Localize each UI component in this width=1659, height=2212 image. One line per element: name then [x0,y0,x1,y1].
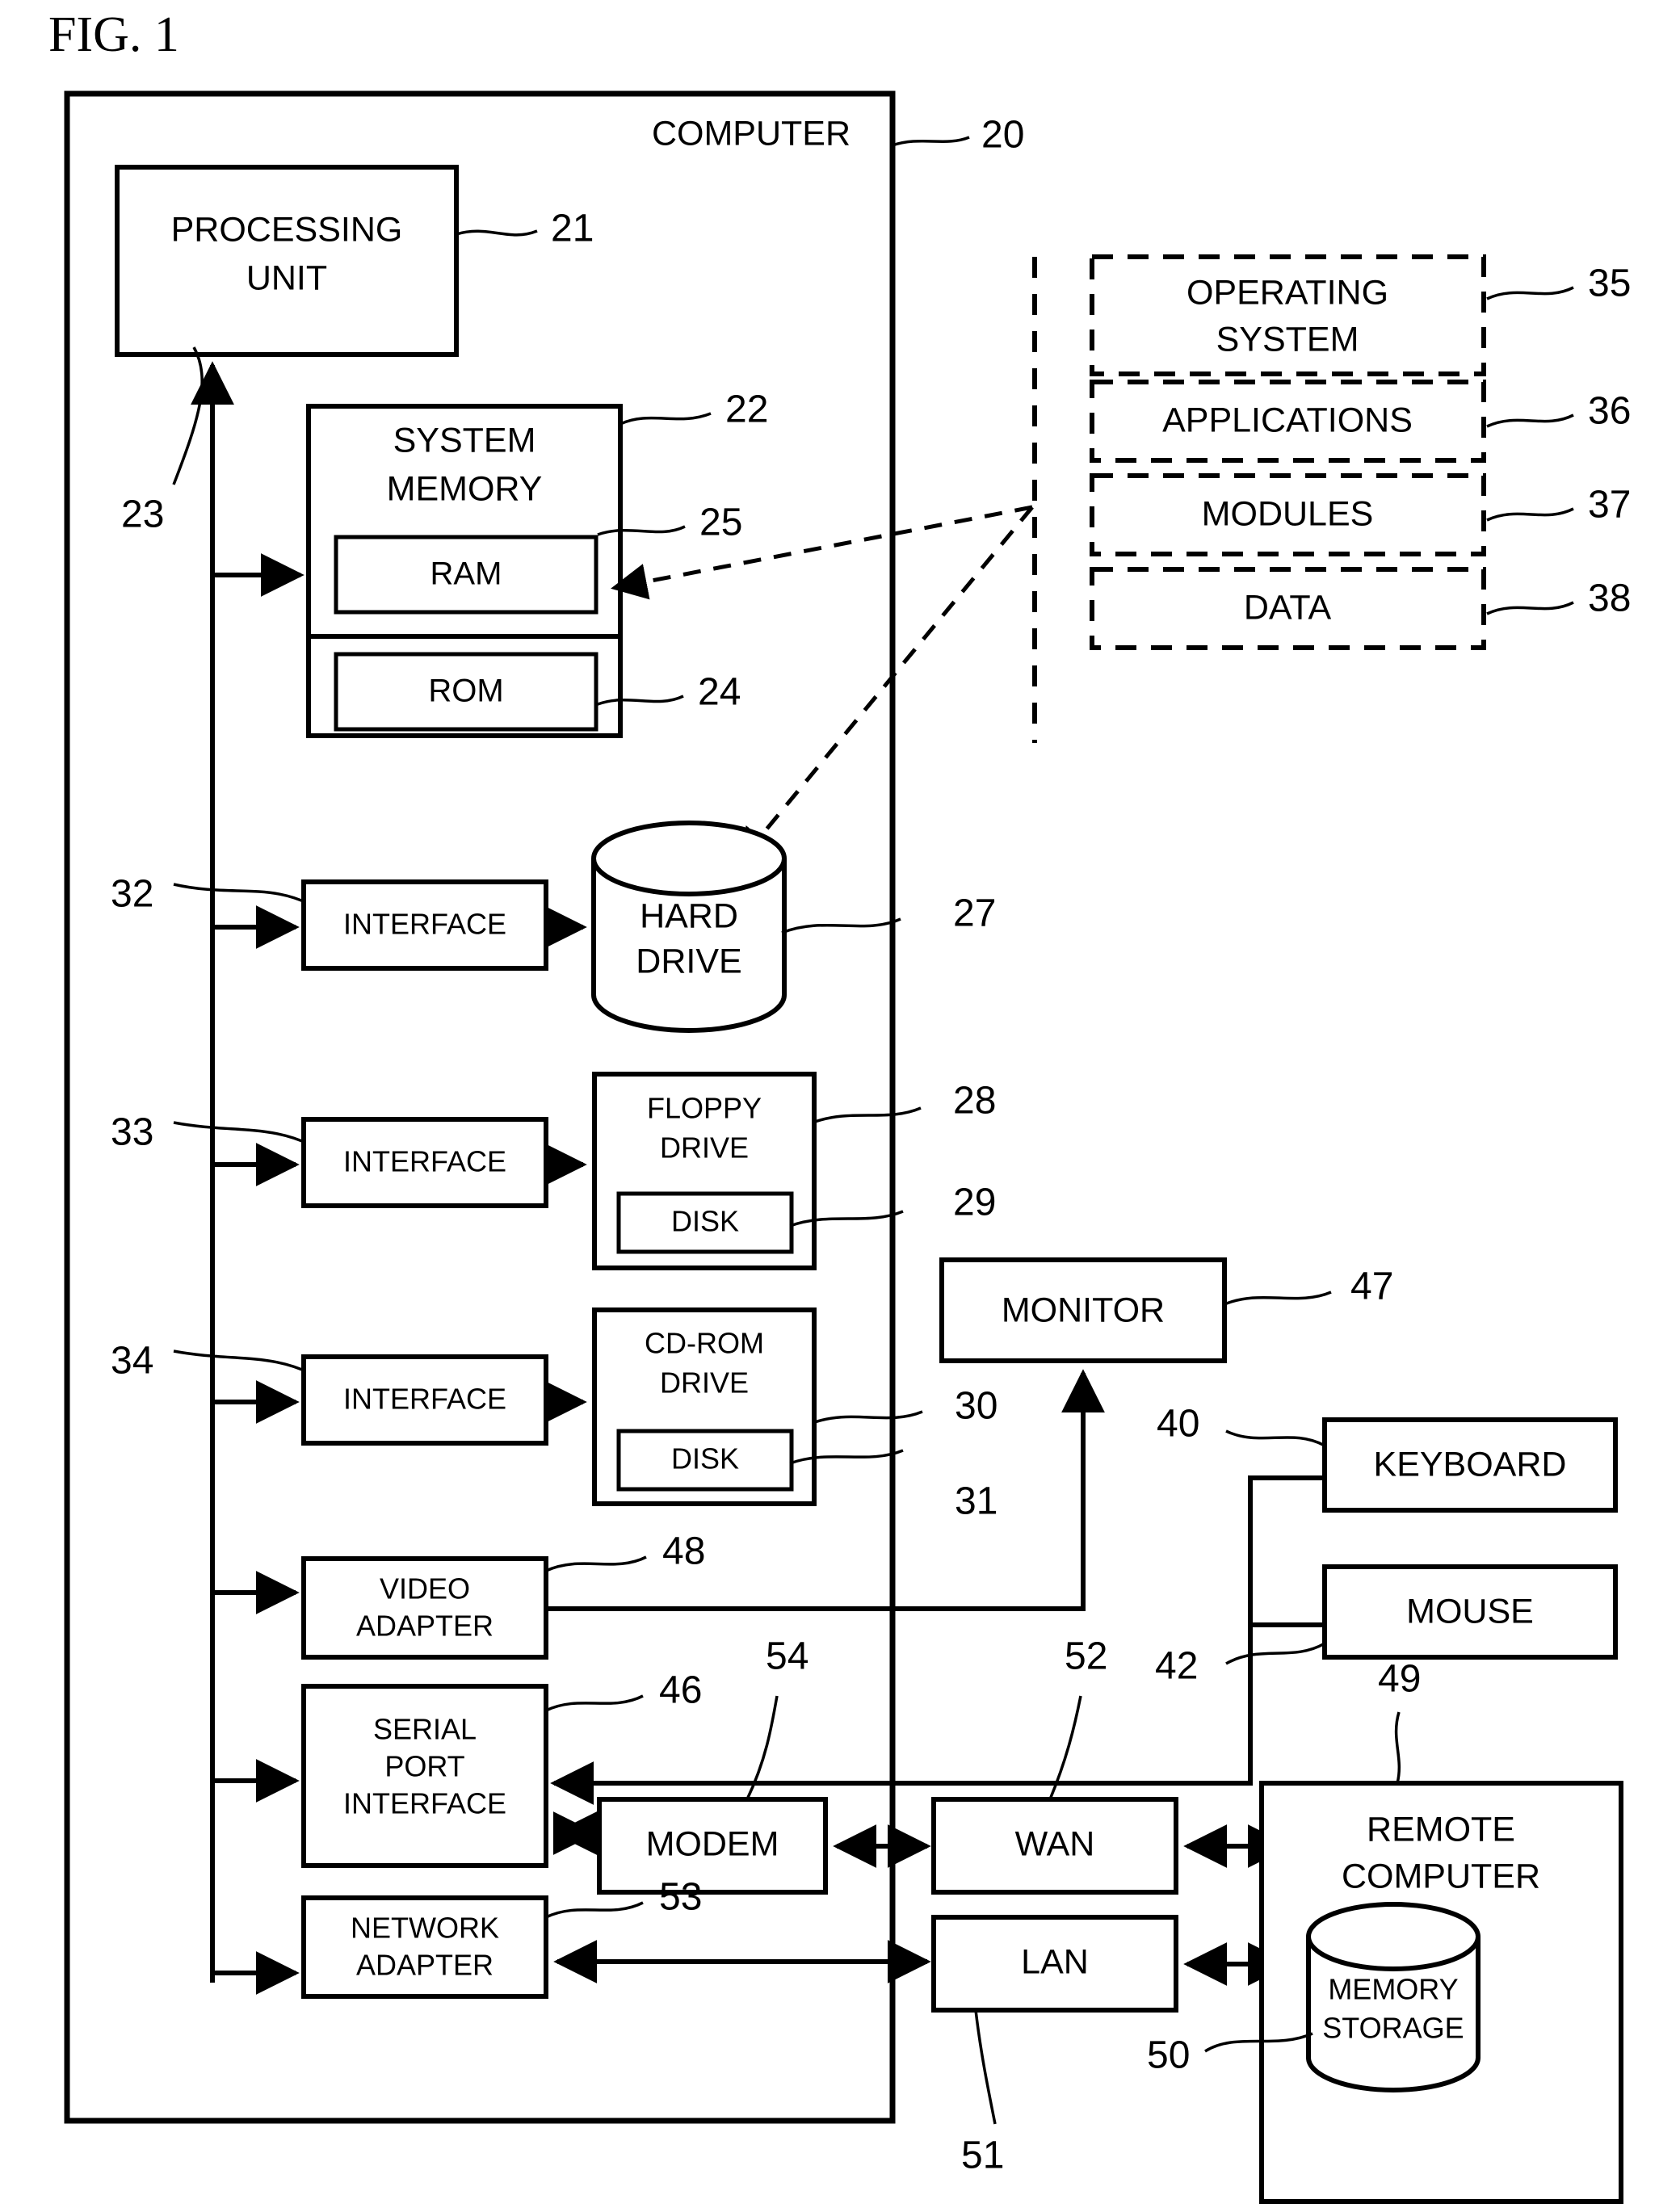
ref-33: 33 [111,1111,153,1154]
serial-port-label-line1: SERIAL [373,1713,477,1746]
serial-port-label-line2: PORT [384,1750,464,1783]
ram-label: RAM [430,556,502,592]
leader-42 [1225,1642,1325,1665]
leader-38 [1486,601,1574,615]
dashed-leader-to-ram [611,505,1033,600]
leader-32 [173,883,322,913]
leader-46 [545,1694,644,1712]
patent-figure-canvas: FIG. 1 COMPUTER 20 PROCESSING UNIT 21 23… [48,7,1631,2204]
modules-label: MODULES [1202,494,1374,533]
leader-40 [1225,1429,1325,1447]
leader-49 [1394,1711,1401,1784]
leader-20 [892,136,970,147]
ref-54: 54 [766,1635,808,1678]
ref-38: 38 [1588,577,1631,620]
operating-system-label-line2: SYSTEM [1216,320,1359,359]
ref-34: 34 [111,1340,153,1383]
ref-28: 28 [953,1080,996,1123]
ref-21: 21 [551,208,594,250]
ref-25: 25 [699,502,742,544]
hard-drive-label-line1: HARD [640,896,738,935]
ref-32: 32 [111,873,153,916]
ref-24: 24 [698,671,741,714]
leader-33 [173,1121,322,1152]
ref-51: 51 [961,2134,1004,2177]
hard-drive-cylinder-top [591,821,787,896]
video-adapter-label-line2: ADAPTER [356,1610,494,1643]
lan-label: LAN [1021,1942,1089,1981]
remote-computer-label-line1: REMOTE [1367,1810,1515,1849]
mouse-label: MOUSE [1406,1592,1534,1631]
ref-48: 48 [662,1530,705,1573]
monitor-label: MONITOR [1002,1291,1165,1329]
modem-label: MODEM [646,1824,779,1863]
figure-title: FIG. 1 [48,7,179,62]
ref-29: 29 [953,1182,996,1224]
ref-27: 27 [953,892,996,935]
leader-21 [456,229,538,237]
video-adapter-label-line1: VIDEO [380,1572,470,1605]
floppy-disk-label: DISK [671,1205,739,1238]
ref-23: 23 [121,493,164,536]
leader-30 [812,1410,923,1425]
processing-unit-label-line1: PROCESSING [171,210,403,249]
ref-42: 42 [1155,1645,1198,1688]
network-adapter-label-line1: NETWORK [351,1912,499,1945]
leader-27 [781,917,901,934]
floppy-drive-label-line2: DRIVE [660,1131,749,1165]
leader-36 [1486,413,1574,428]
ref-40: 40 [1157,1403,1199,1446]
remote-computer-label-line2: COMPUTER [1342,1857,1540,1895]
floppy-drive-label-line1: FLOPPY [647,1092,762,1125]
ref-35: 35 [1588,262,1631,305]
ref-49: 49 [1378,1658,1421,1701]
leader-34 [173,1349,322,1381]
ref-20: 20 [981,114,1024,157]
leader-47 [1224,1291,1332,1306]
ref-36: 36 [1588,390,1631,433]
memory-storage-label-line2: STORAGE [1322,2012,1464,2045]
computer-label: COMPUTER [652,114,850,153]
network-adapter-label-line2: ADAPTER [356,1949,494,1982]
interface-hdd-label: INTERFACE [343,908,506,941]
ref-22: 22 [725,388,768,431]
keyboard-to-serial-port-line [550,1475,1325,1805]
cdrom-drive-label-line2: DRIVE [660,1366,749,1400]
leader-37 [1486,507,1574,522]
keyboard-label: KEYBOARD [1374,1445,1567,1484]
dashed-leader-to-hard-drive [737,506,1034,866]
figure-page: FIG. 1 COMPUTER 20 PROCESSING UNIT 21 23… [0,0,1659,2212]
leader-51 [974,2009,997,2125]
memory-storage-cylinder-top [1306,1902,1480,1971]
leader-48 [545,1555,647,1572]
ref-31: 31 [955,1480,998,1523]
cdrom-disk-label: DISK [671,1442,739,1475]
memory-storage-label-line1: MEMORY [1328,1973,1458,2006]
operating-system-label-line1: OPERATING [1186,273,1388,312]
interface-fdd-label: INTERFACE [343,1145,506,1178]
system-memory-label-line2: MEMORY [387,469,543,508]
applications-label: APPLICATIONS [1162,401,1413,439]
serial-port-label-line3: INTERFACE [343,1787,506,1820]
ref-47: 47 [1350,1265,1393,1308]
cdrom-drive-label-line1: CD-ROM [645,1327,764,1360]
data-label: DATA [1244,588,1332,627]
leader-22 [620,412,712,426]
ref-46: 46 [659,1669,702,1712]
leader-35 [1486,286,1574,300]
wan-label: WAN [1015,1824,1095,1863]
rom-label: ROM [428,674,503,709]
leader-23 [172,346,204,485]
ref-30: 30 [955,1385,998,1428]
ref-37: 37 [1588,484,1631,527]
ref-50: 50 [1147,2034,1190,2077]
interface-cdrom-label: INTERFACE [343,1383,506,1416]
processing-unit-label-line2: UNIT [246,258,327,297]
hard-drive-label-line2: DRIVE [636,942,741,980]
ref-52: 52 [1065,1635,1107,1678]
leader-53 [545,1901,644,1919]
ref-53: 53 [659,1876,702,1919]
system-memory-label-line1: SYSTEM [393,421,536,460]
leader-28 [812,1106,922,1124]
